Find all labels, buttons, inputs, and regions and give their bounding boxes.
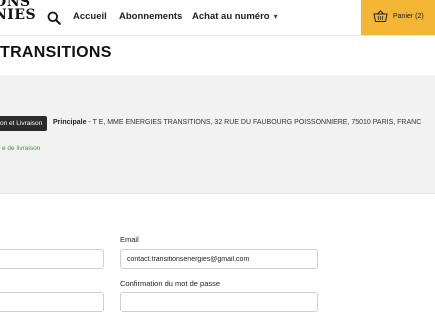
address-text: Principale - T E, MME ENERGIES TRANSITIO… (53, 119, 421, 126)
nav-buy-issue[interactable]: Achat au numéro ▾ (192, 11, 278, 22)
top-navigation-bar: ONS NIES Accueil Abonnements Achat au nu… (0, 0, 435, 36)
left-text-field[interactable] (0, 249, 104, 269)
cart-button[interactable]: Panier (2) (361, 0, 435, 35)
section-divider (0, 193, 435, 194)
address-type-badge[interactable]: on et Livraison (0, 116, 47, 131)
email-label: Email (120, 235, 139, 244)
nav-subscriptions[interactable]: Abonnements (119, 11, 182, 22)
address-value: - T E, MME ENERGIES TRANSITIONS, 32 RUE … (86, 119, 421, 126)
left-text-field-2[interactable] (0, 292, 104, 312)
confirm-password-field[interactable] (120, 292, 318, 312)
cart-label: Panier (2) (393, 13, 424, 20)
site-logo[interactable]: ONS NIES (0, 0, 36, 22)
address-section (0, 75, 435, 193)
confirm-password-label: Confirmation du mot de passe (120, 279, 220, 288)
address-label: Principale (53, 119, 86, 126)
page-title: TRANSITIONS (0, 44, 112, 62)
nav-buy-issue-label: Achat au numéro (192, 11, 270, 22)
nav-home[interactable]: Accueil (73, 11, 107, 22)
delivery-address-link[interactable]: e de livraison (2, 145, 40, 152)
basket-icon (373, 10, 388, 23)
email-field[interactable] (120, 249, 318, 269)
search-icon[interactable] (47, 11, 61, 25)
chevron-down-icon: ▾ (274, 12, 278, 21)
